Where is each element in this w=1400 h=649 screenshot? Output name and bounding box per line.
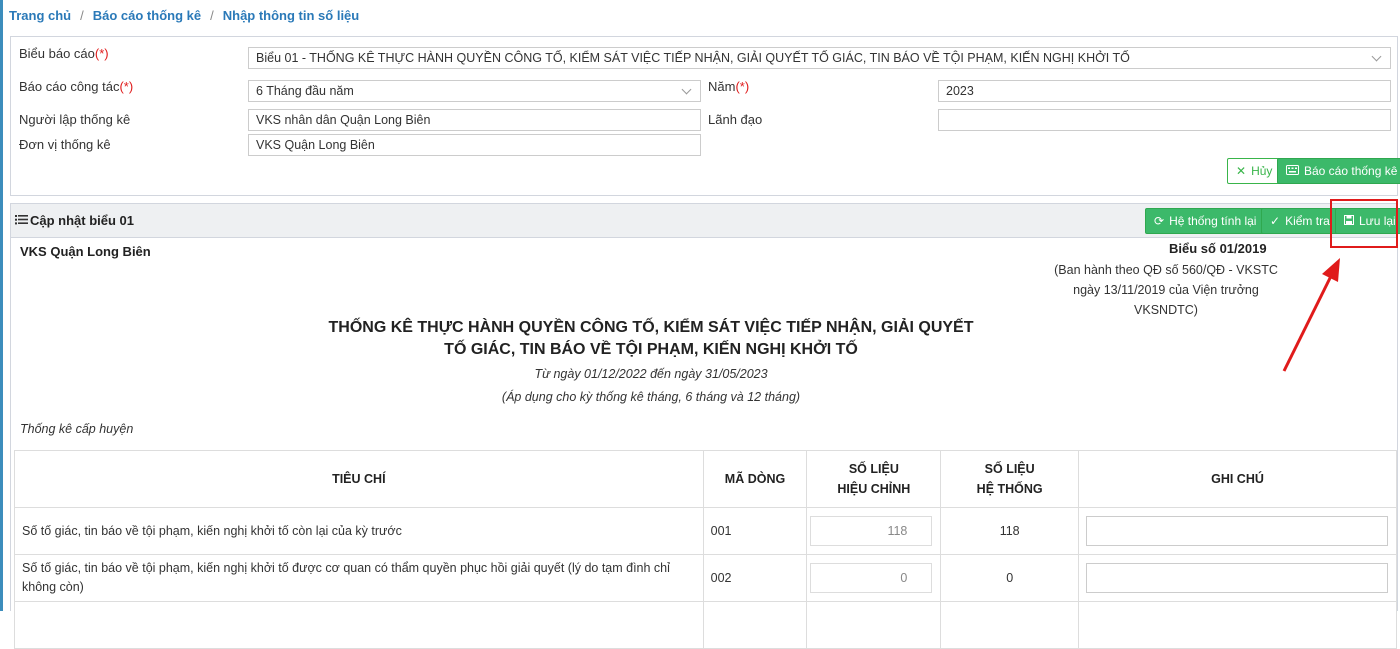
row-system-value: 118 <box>940 507 1079 555</box>
section-title: Cập nhật biểu 01 <box>15 213 134 228</box>
required-mark: (*) <box>119 79 134 94</box>
check-icon: ✓ <box>1270 214 1281 228</box>
table-row: Số tố giác, tin báo về tội phạm, kiến ng… <box>14 554 1397 602</box>
note-input[interactable] <box>1086 563 1388 593</box>
row-adjusted <box>806 601 942 649</box>
period-select[interactable]: 6 Tháng đầu năm <box>248 80 701 102</box>
form-select[interactable]: Biểu 01 - THỐNG KÊ THỰC HÀNH QUYỀN CÔNG … <box>248 47 1391 69</box>
recalculate-button[interactable]: ⟳ Hệ thống tính lại <box>1145 208 1266 234</box>
annotation-arrow-icon <box>1282 258 1340 372</box>
row-system-value <box>940 601 1079 649</box>
leader-label: Lãnh đạo <box>708 112 763 127</box>
required-mark: (*) <box>735 79 750 94</box>
leader-input[interactable] <box>938 109 1391 131</box>
header-system: SỐ LIỆU HỆ THỐNG <box>940 450 1079 508</box>
row-code: 002 <box>702 554 808 602</box>
cancel-button[interactable]: ✕ Hủy <box>1227 158 1282 184</box>
close-icon: ✕ <box>1236 164 1247 178</box>
row-criteria: Số tố giác, tin báo về tội phạm, kiến ng… <box>14 554 704 602</box>
report-level: Thống kê cấp huyện <box>20 422 134 436</box>
report-apply-note: (Áp dụng cho kỳ thống kê tháng, 6 tháng … <box>501 390 801 404</box>
statistics-table: TIÊU CHÍ MÃ DÒNG SỐ LIỆU HIỆU CHỈNH SỐ L… <box>14 450 1397 649</box>
keyboard-icon <box>1286 159 1299 183</box>
unit-label: Đơn vị thống kê <box>19 137 111 152</box>
note-input[interactable] <box>1086 516 1388 546</box>
creator-input[interactable]: VKS nhân dân Quận Long Biên <box>248 109 701 131</box>
breadcrumb-separator: / <box>210 7 214 23</box>
report-unit-name: VKS Quận Long Biên <box>20 244 151 259</box>
breadcrumb: Trang chủ / Báo cáo thống kê / Nhập thôn… <box>9 6 359 24</box>
report-body: VKS Quận Long Biên Biểu số 01/2019 (Ban … <box>10 238 1398 649</box>
row-system-value: 0 <box>940 554 1079 602</box>
breadcrumb-separator: / <box>80 7 84 23</box>
unit-input[interactable]: VKS Quận Long Biên <box>248 134 701 156</box>
save-icon <box>1344 209 1354 233</box>
filter-panel: Biểu báo cáo(*) Biểu 01 - THỐNG KÊ THỰC … <box>10 36 1400 196</box>
row-code <box>702 601 808 649</box>
table-header-row: TIÊU CHÍ MÃ DÒNG SỐ LIỆU HIỆU CHỈNH SỐ L… <box>14 450 1397 508</box>
form-label: Biểu báo cáo(*) <box>19 46 109 61</box>
row-criteria <box>14 601 704 649</box>
report-form-number: Biểu số 01/2019 <box>1169 241 1267 256</box>
table-row <box>14 601 1397 649</box>
creator-label: Người lập thống kê <box>19 112 131 127</box>
save-button[interactable]: Lưu lại <box>1335 208 1400 234</box>
report-button[interactable]: Báo cáo thống kê <box>1277 158 1400 184</box>
report-issued-by: (Ban hành theo QĐ số 560/QĐ - VKSTC ngày… <box>1054 263 1278 317</box>
refresh-icon: ⟳ <box>1154 214 1165 228</box>
required-mark: (*) <box>94 46 109 61</box>
report-date-range: Từ ngày 01/12/2022 đến ngày 31/05/2023 <box>534 367 768 381</box>
header-code: MÃ DÒNG <box>702 450 808 508</box>
period-label: Báo cáo công tác(*) <box>19 79 134 94</box>
header-adjusted: SỐ LIỆU HIỆU CHỈNH <box>806 450 942 508</box>
adjusted-value-input[interactable]: 0 <box>810 563 933 593</box>
list-icon <box>15 213 28 228</box>
year-input[interactable]: 2023 <box>938 80 1391 102</box>
breadcrumb-current[interactable]: Nhập thông tin số liệu <box>223 8 360 23</box>
row-code: 001 <box>702 507 808 555</box>
row-criteria: Số tố giác, tin báo về tội phạm, kiến ng… <box>14 507 704 555</box>
adjusted-value-input[interactable]: 118 <box>810 516 933 546</box>
report-title: THỐNG KÊ THỰC HÀNH QUYỀN CÔNG TỐ, KIỂM S… <box>328 319 974 358</box>
row-note <box>1078 601 1397 649</box>
table-row: Số tố giác, tin báo về tội phạm, kiến ng… <box>14 507 1397 555</box>
check-button[interactable]: ✓ Kiểm tra <box>1261 208 1339 234</box>
breadcrumb-home[interactable]: Trang chủ <box>9 8 71 23</box>
breadcrumb-reports[interactable]: Báo cáo thống kê <box>93 8 201 23</box>
year-label: Năm(*) <box>708 79 750 94</box>
header-criteria: TIÊU CHÍ <box>14 450 704 508</box>
section-header: Cập nhật biểu 01 ⟳ Hệ thống tính lại ✓ K… <box>10 203 1400 238</box>
left-accent-bar <box>0 0 3 611</box>
header-note: GHI CHÚ <box>1078 450 1397 508</box>
